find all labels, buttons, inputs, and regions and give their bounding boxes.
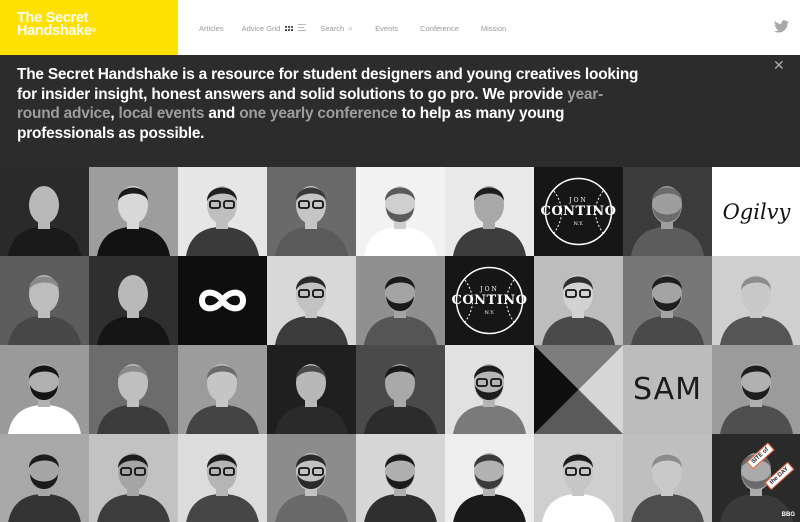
portrait-tile[interactable] bbox=[445, 345, 534, 434]
nav-advice-grid-label: Advice Grid bbox=[241, 23, 281, 33]
advice-photo-grid: JON CONTINO N.Y. Ogilvy JON CONTINO N.Y. SAM SIT… bbox=[0, 167, 800, 522]
grid-view-icon[interactable] bbox=[285, 25, 294, 31]
portrait-tile[interactable] bbox=[712, 345, 800, 434]
logo-line-2: Handshake bbox=[17, 23, 92, 39]
portrait-tile[interactable] bbox=[89, 345, 178, 434]
portrait-tile[interactable]: SITE of the DAY BBG bbox=[712, 434, 800, 522]
portrait-tile[interactable] bbox=[623, 434, 712, 522]
nav-events[interactable]: Events bbox=[375, 24, 398, 33]
local-events-link[interactable]: local events bbox=[119, 105, 205, 122]
geometric-logo-tile[interactable] bbox=[534, 345, 623, 434]
intro-sep-1: , bbox=[110, 105, 119, 122]
portrait-tile[interactable] bbox=[712, 256, 800, 345]
contino-logo-tile[interactable]: JON CONTINO N.Y. bbox=[534, 167, 623, 256]
portrait-tile[interactable] bbox=[0, 256, 89, 345]
twitter-icon[interactable] bbox=[774, 20, 789, 33]
portrait-tile[interactable] bbox=[623, 256, 712, 345]
logo-registered-mark: ® bbox=[91, 28, 96, 34]
portrait-tile[interactable] bbox=[267, 345, 356, 434]
sam-logo-tile[interactable]: SAM bbox=[623, 345, 712, 434]
yearly-conference-link[interactable]: one yearly conference bbox=[239, 105, 398, 122]
nav-search[interactable]: Search ⌕ bbox=[320, 23, 353, 34]
site-logo[interactable]: The Secret Handshake® bbox=[0, 0, 178, 55]
portrait-tile[interactable] bbox=[623, 167, 712, 256]
portrait-tile[interactable] bbox=[445, 434, 534, 522]
portrait-tile[interactable] bbox=[356, 434, 445, 522]
portrait-tile[interactable] bbox=[178, 434, 267, 522]
ogilvy-logo-tile[interactable]: Ogilvy bbox=[712, 167, 800, 256]
portrait-tile[interactable] bbox=[267, 256, 356, 345]
contino-logo-tile[interactable]: JON CONTINO N.Y. bbox=[445, 256, 534, 345]
intro-text-part-1: The Secret Handshake is a resource for s… bbox=[17, 66, 639, 103]
portrait-tile[interactable] bbox=[534, 256, 623, 345]
site-header: The Secret Handshake® Articles Advice Gr… bbox=[0, 0, 800, 55]
nav-search-label: Search bbox=[320, 23, 345, 33]
portrait-tile[interactable] bbox=[534, 434, 623, 522]
portrait-tile[interactable] bbox=[89, 167, 178, 256]
portrait-tile[interactable] bbox=[267, 167, 356, 256]
main-nav: Articles Advice Grid Search ⌕ Events Con… bbox=[199, 22, 506, 34]
portrait-tile[interactable] bbox=[267, 434, 356, 522]
intro-sep-2: and bbox=[204, 105, 240, 122]
portrait-tile[interactable] bbox=[356, 345, 445, 434]
portrait-tile[interactable] bbox=[356, 256, 445, 345]
portrait-tile[interactable] bbox=[0, 434, 89, 522]
portrait-tile[interactable] bbox=[445, 167, 534, 256]
portrait-tile[interactable] bbox=[89, 256, 178, 345]
close-icon[interactable]: ✕ bbox=[773, 58, 785, 72]
intro-text: The Secret Handshake is a resource for s… bbox=[17, 65, 639, 143]
portrait-tile[interactable] bbox=[0, 167, 89, 256]
portrait-tile[interactable] bbox=[356, 167, 445, 256]
portrait-tile[interactable] bbox=[0, 345, 89, 434]
infinity-logo-tile[interactable] bbox=[178, 256, 267, 345]
intro-banner: The Secret Handshake is a resource for s… bbox=[0, 55, 800, 167]
search-icon: ⌕ bbox=[348, 22, 354, 33]
nav-conference[interactable]: Conference bbox=[420, 24, 459, 33]
list-view-icon[interactable] bbox=[298, 23, 307, 33]
portrait-tile[interactable] bbox=[178, 345, 267, 434]
nav-advice-grid[interactable]: Advice Grid bbox=[241, 23, 307, 33]
nav-mission[interactable]: Mission bbox=[481, 24, 506, 33]
nav-articles[interactable]: Articles bbox=[199, 24, 224, 33]
portrait-tile[interactable] bbox=[178, 167, 267, 256]
portrait-tile[interactable] bbox=[89, 434, 178, 522]
